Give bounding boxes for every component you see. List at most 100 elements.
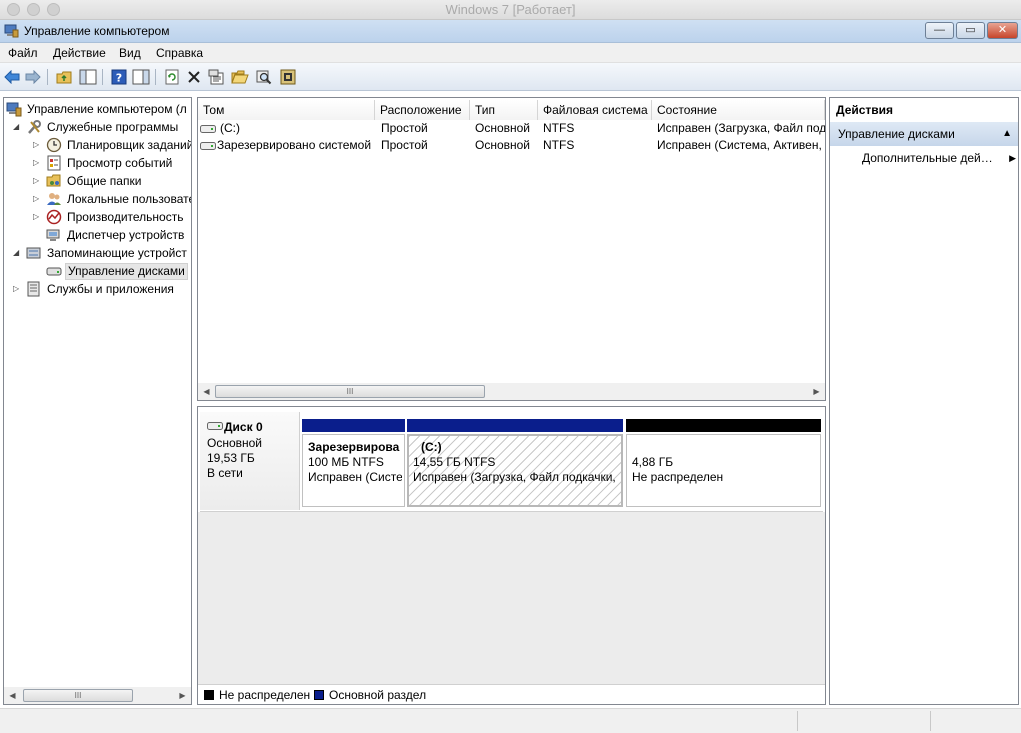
table-row[interactable]: Зарезервировано системой Простой Основно… [198,137,825,154]
partition-c[interactable]: (C:) 14,55 ГБ NTFS Исправен (Загрузка, Ф… [407,419,623,507]
computer-management-icon [4,24,19,38]
tree-item-label: Служебные программы [47,120,179,134]
disk-type: Основной [207,436,263,450]
menu-bar: Файл Действие Вид Справка [0,43,1021,63]
show-hide-tree-icon[interactable] [79,68,97,86]
tree-item-label: Диспетчер устройств [67,228,185,242]
disk-management-icon [46,267,62,276]
volume-type: Основной [475,121,531,135]
action-pane-icon[interactable] [132,68,150,86]
delete-icon[interactable] [185,68,203,86]
submenu-arrow-icon: ▶ [1009,153,1016,163]
drive-icon [200,142,216,150]
legend-label-primary: Основной раздел [329,688,427,702]
minimize-button[interactable]: — [925,22,954,39]
column-header-volume[interactable]: Том [198,100,375,120]
tree-item-label: Общие папки [67,174,142,188]
event-viewer-icon [47,155,61,171]
volume-layout: Простой [381,121,428,135]
menu-action[interactable]: Действие [53,46,106,60]
collapse-icon[interactable]: ◢ [13,118,23,136]
partition-unallocated[interactable]: 4,88 ГБ Не распределен [626,419,821,507]
more-actions-item[interactable]: Дополнительные дей… ▶ [862,149,1016,167]
partition-size: 14,55 ГБ NTFS [413,455,496,469]
disk-name: Диск 0 [224,420,263,434]
disk-status: В сети [207,466,243,480]
tree-item-label: Запоминающие устройст [47,246,187,260]
tree-item-label: Производительность [67,210,184,224]
search-icon[interactable] [255,68,273,86]
storage-icon [26,247,41,259]
tree-item-label: Локальные пользовате [67,192,192,206]
volume-name: Зарезервировано системой [217,138,372,152]
services-icon [27,281,40,297]
volume-status: Исправен (Загрузка, Файл под [657,121,825,135]
close-button[interactable]: ✕ [987,22,1018,39]
volume-type: Основной [475,138,531,152]
list-horizontal-scrollbar[interactable]: ◀ III ▶ [198,383,825,400]
shared-folder-icon [46,174,61,187]
expand-icon[interactable]: ▷ [13,280,23,298]
column-header-type[interactable]: Тип [470,100,538,120]
disk-icon [207,422,223,430]
refresh-icon[interactable] [163,68,181,86]
partition-bar [302,419,405,432]
status-bar [0,708,1021,733]
actions-header: Действия [836,103,894,117]
drive-icon [200,125,216,133]
scroll-right-icon[interactable]: ▶ [808,383,825,400]
collapse-up-icon[interactable]: ▲ [1002,122,1012,146]
status-cell [930,711,1021,731]
volume-file-system: NTFS [543,121,575,135]
column-header-status[interactable]: Состояние [652,100,825,120]
collapse-icon[interactable]: ◢ [13,244,23,262]
menu-view[interactable]: Вид [119,46,141,60]
volume-layout: Простой [381,138,428,152]
window-title-bar: Управление компьютером — ▭ ✕ [0,20,1021,43]
settings-icon[interactable] [279,68,297,86]
scroll-left-icon[interactable]: ◀ [4,687,21,704]
expand-icon[interactable]: ▷ [33,154,43,172]
expand-icon[interactable]: ▷ [33,208,43,226]
help-icon[interactable]: ? [110,68,128,86]
legend-label-unallocated: Не распределен [219,688,311,702]
partition-status: Не распределен [632,470,724,484]
partition-reserved[interactable]: Зарезервирова 100 МБ NTFS Исправен (Сист… [302,419,405,507]
back-arrow-icon[interactable] [3,68,21,86]
scrollbar-thumb[interactable]: III [23,689,133,702]
open-icon[interactable] [231,68,249,86]
actions-group-disk-management[interactable]: Управление дисками ▲ [830,122,1018,146]
scroll-left-icon[interactable]: ◀ [198,383,215,400]
svg-text:?: ? [116,72,122,85]
expand-icon[interactable]: ▷ [33,190,43,208]
window-title: Управление компьютером [24,24,170,38]
volume-list: Том Расположение Тип Файловая система Со… [197,97,826,401]
actions-pane: Действия Управление дисками ▲ Дополнител… [829,97,1019,705]
scrollbar-thumb[interactable]: III [215,385,485,398]
disk-0-label[interactable]: Диск 0 Основной 19,53 ГБ В сети [200,412,300,510]
expand-icon[interactable]: ▷ [33,136,43,154]
menu-help[interactable]: Справка [156,46,203,60]
column-header-file-system[interactable]: Файловая система [538,100,652,120]
column-header-layout[interactable]: Расположение [375,100,470,120]
maximize-button[interactable]: ▭ [956,22,985,39]
up-folder-icon[interactable] [55,68,73,86]
disk-map-empty-area [198,512,825,684]
expand-icon[interactable]: ▷ [33,172,43,190]
users-icon [47,193,61,205]
menu-file[interactable]: Файл [8,46,38,60]
tree-horizontal-scrollbar[interactable]: ◀ III ▶ [4,687,191,704]
tree-item-label: Управление дисками [65,263,188,280]
forward-arrow-icon[interactable] [24,68,42,86]
legend: Не распределен Основной раздел [198,684,825,704]
properties-icon[interactable] [207,68,225,86]
tree-item-label: Службы и приложения [47,282,174,296]
scroll-right-icon[interactable]: ▶ [174,687,191,704]
table-row[interactable]: (C:) Простой Основной NTFS Исправен (Заг… [198,120,825,137]
partition-size: 100 МБ NTFS [308,455,384,469]
partition-name: Зарезервирова [308,440,400,454]
status-cell [797,711,930,731]
tree-item-label: Просмотр событий [67,156,173,170]
legend-swatch-unallocated [204,690,214,700]
performance-icon [46,209,62,225]
